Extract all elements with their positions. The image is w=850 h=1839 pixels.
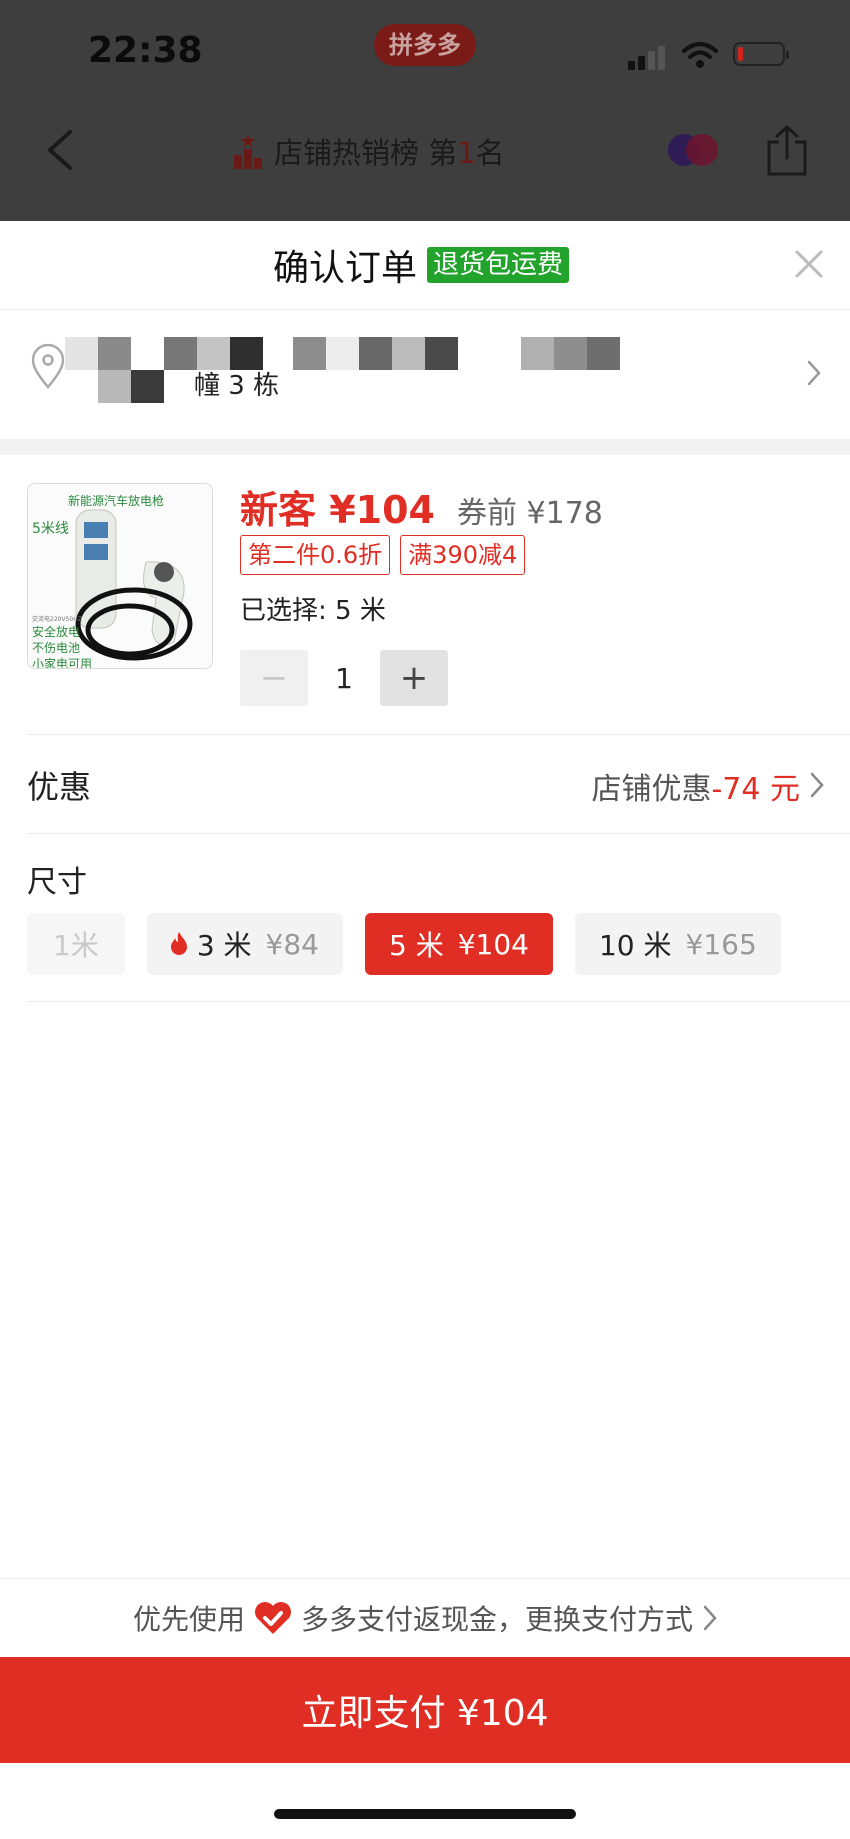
discount-value-prefix: 店铺优惠 [591,772,712,807]
size-options: 1米 3 米 ¥84 5 米 ¥104 10 米 ¥165 [27,913,781,975]
chevron-right-icon [807,360,821,386]
thumb-spec: 交流电220V50HZ [32,616,82,623]
promo-tags: 第二件0.6折 满390减4 [240,535,526,575]
status-icons [620,40,790,70]
nav-title[interactable]: 店铺热销榜 第1名 [232,130,505,172]
pay-hint-suffix: 多多支付返现金，更换支付方式 [301,1602,694,1636]
wifi-icon [682,42,718,68]
size-option-price: ¥104 [457,927,529,961]
size-option-name: 5 米 [389,929,444,962]
sheet-title-text: 确认订单 [273,248,418,289]
size-option-price: ¥165 [685,927,757,961]
product-card: 新能源汽车放电枪 5米线 交流电220V50HZ 安全放电 不伤电池 小家电可用… [0,455,850,735]
return-shipping-tag: 退货包运费 [427,247,570,283]
thumb-features: 安全放电 不伤电池 小家电可用 [32,625,93,669]
product-thumbnail[interactable]: 新能源汽车放电枪 5米线 交流电220V50HZ 安全放电 不伤电池 小家电可用 [27,483,213,669]
fire-icon [170,932,187,955]
chevron-right-icon [703,1605,717,1630]
podium-icon [234,133,262,169]
increase-button[interactable]: + [380,650,448,706]
battery-icon [733,42,789,66]
sheet-title: 确认订单 退货包运费 [273,239,570,291]
selected-spec: 已选择: 5 米 [240,596,386,626]
size-option-price: ¥84 [265,927,319,961]
chevron-right-icon [810,772,824,798]
duoduo-pay-heart-icon [255,1601,291,1634]
close-icon[interactable] [794,249,824,279]
nav-title-suffix: 名 [475,136,505,170]
size-label: 尺寸 [27,865,87,900]
pay-now-button[interactable]: 立即支付 ¥104 [0,1657,850,1763]
size-option-name: 10 米 [598,929,672,962]
nav-rank: 1 [457,136,476,170]
discount-value: 店铺优惠-74 元 [591,764,800,808]
confirm-order-sheet: 确认订单 退货包运费 幢 3 栋 新能源汽车放电枪 5米线 交流电220V50H… [0,221,850,1839]
quantity-value[interactable]: 1 [308,662,380,695]
nav-title-prefix: 店铺热销榜 第 [274,136,458,170]
discount-row[interactable]: 优惠 店铺优惠-74 元 [0,736,850,834]
size-option-5m[interactable]: 5 米 ¥104 [365,913,553,975]
price-line: 新客 ¥104 券前 ¥178 [240,479,603,534]
payment-method-hint[interactable]: 优先使用 多多支付返现金，更换支付方式 [0,1578,850,1656]
address-fragment: 幢 3 栋 [194,371,280,401]
price-before-coupon: 券前 ¥178 [457,496,603,531]
status-time: 22:38 [88,30,203,71]
sheet-header: 确认订单 退货包运费 [0,221,850,310]
discount-label: 优惠 [27,768,92,806]
divider [27,1001,850,1002]
quantity-stepper: − 1 + [240,650,448,706]
promo-tag: 满390减4 [400,535,526,575]
size-option-3m[interactable]: 3 米 ¥84 [146,913,343,975]
background-page: 22:38 拼多多 店铺热销榜 第1名 [0,0,850,221]
home-indicator [274,1809,576,1819]
promo-tag: 第二件0.6折 [240,535,391,575]
size-option-name: 1米 [53,929,99,962]
size-section: 尺寸 1米 3 米 ¥84 5 米 ¥104 10 米 ¥165 [0,835,850,990]
discount-amount: -74 元 [711,772,800,807]
back-icon[interactable] [42,128,78,172]
pay-hint-prefix: 优先使用 [132,1602,245,1636]
app-badge: 拼多多 [374,24,476,66]
share-icon[interactable] [765,124,809,176]
location-pin-icon [31,343,65,389]
divider [27,734,850,735]
divider [27,833,850,834]
size-option-10m[interactable]: 10 米 ¥165 [574,913,781,975]
section-gap [0,439,850,455]
new-customer-price: 新客 ¥104 [240,488,435,532]
address-row[interactable]: 幢 3 栋 [0,311,850,439]
size-option-name: 3 米 [196,929,252,962]
customer-service-icon[interactable] [665,132,721,168]
size-option-1m[interactable]: 1米 [27,913,125,975]
decrease-button[interactable]: − [240,650,308,706]
